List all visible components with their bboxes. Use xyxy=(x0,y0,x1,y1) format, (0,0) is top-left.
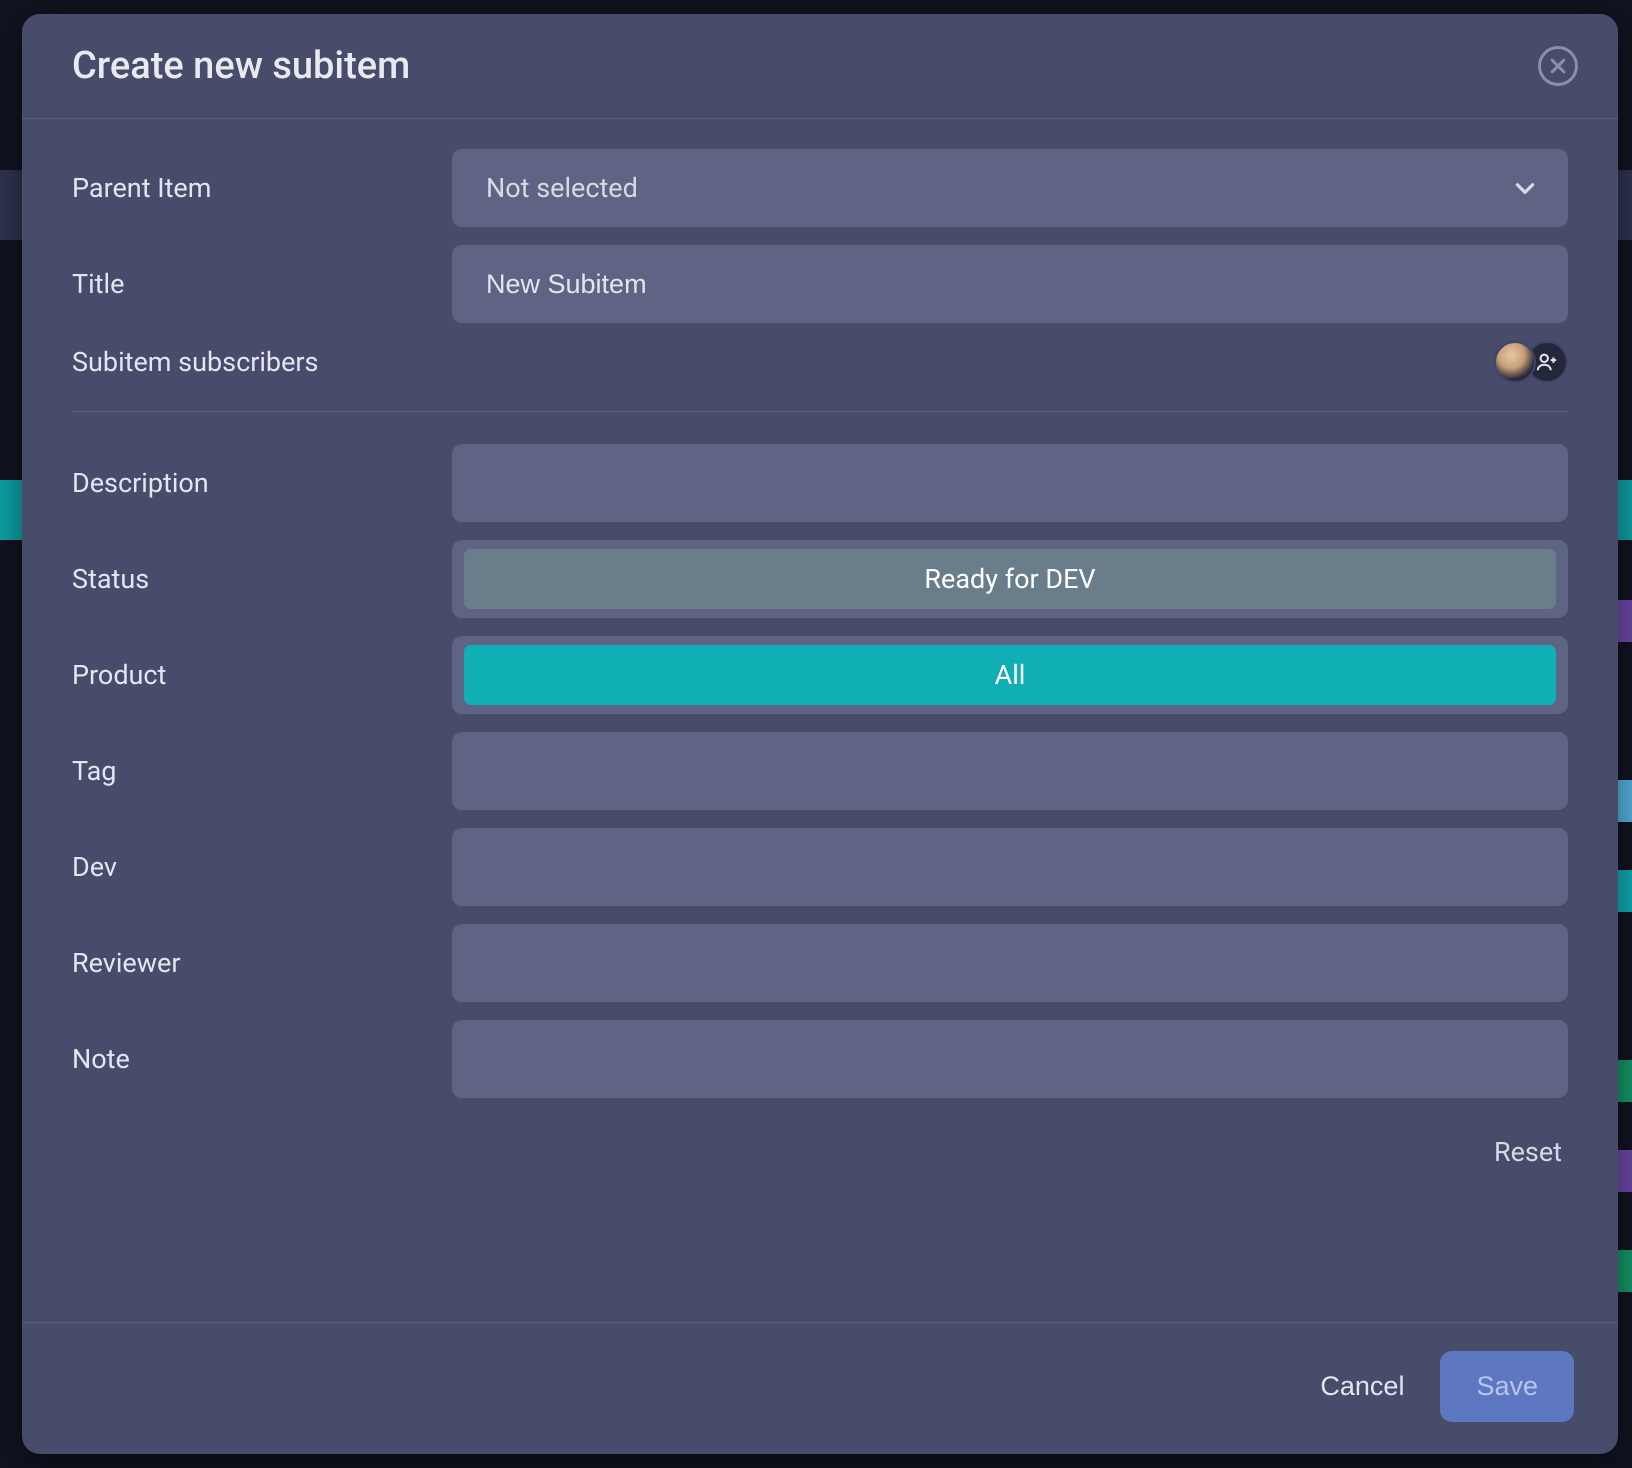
title-control xyxy=(452,245,1568,323)
modal-title: Create new subitem xyxy=(72,44,410,88)
reset-row: Reset xyxy=(72,1116,1568,1198)
label-status: Status xyxy=(72,563,452,595)
create-subitem-modal: Create new subitem Parent Item Not selec… xyxy=(22,14,1618,1454)
modal-header: Create new subitem xyxy=(22,14,1618,119)
row-title: Title xyxy=(72,245,1568,323)
label-subscribers: Subitem subscribers xyxy=(72,346,452,378)
label-description: Description xyxy=(72,467,452,499)
row-dev: Dev xyxy=(72,828,1568,906)
close-button[interactable] xyxy=(1538,46,1578,86)
reviewer-input[interactable] xyxy=(452,924,1568,1002)
note-input[interactable] xyxy=(452,1020,1568,1098)
title-input[interactable] xyxy=(452,245,1568,323)
subscriber-avatar[interactable] xyxy=(1494,341,1536,383)
row-product: Product All xyxy=(72,636,1568,714)
row-note: Note xyxy=(72,1020,1568,1098)
parent-item-select[interactable]: Not selected xyxy=(452,149,1568,227)
cancel-button[interactable]: Cancel xyxy=(1320,1371,1404,1402)
row-tag: Tag xyxy=(72,732,1568,810)
close-icon xyxy=(1548,56,1568,76)
modal-footer: Cancel Save xyxy=(22,1322,1618,1454)
modal-body: Parent Item Not selected Title Subitem s… xyxy=(22,119,1618,1322)
divider xyxy=(72,411,1568,412)
label-title: Title xyxy=(72,268,452,300)
dev-input[interactable] xyxy=(452,828,1568,906)
reset-link[interactable]: Reset xyxy=(1494,1136,1562,1168)
status-control[interactable]: Ready for DEV xyxy=(452,540,1568,618)
row-subscribers: Subitem subscribers xyxy=(72,341,1568,383)
description-input[interactable] xyxy=(452,444,1568,522)
subscribers-control xyxy=(452,341,1568,383)
product-control[interactable]: All xyxy=(452,636,1568,714)
row-description: Description xyxy=(72,444,1568,522)
label-dev: Dev xyxy=(72,851,452,883)
add-person-icon xyxy=(1536,351,1558,373)
chevron-down-icon xyxy=(1512,175,1538,201)
row-reviewer: Reviewer xyxy=(72,924,1568,1002)
label-parent-item: Parent Item xyxy=(72,172,452,204)
status-pill[interactable]: Ready for DEV xyxy=(464,549,1556,609)
row-status: Status Ready for DEV xyxy=(72,540,1568,618)
label-product: Product xyxy=(72,659,452,691)
label-tag: Tag xyxy=(72,755,452,787)
label-reviewer: Reviewer xyxy=(72,947,452,979)
row-parent-item: Parent Item Not selected xyxy=(72,149,1568,227)
parent-item-value: Not selected xyxy=(486,172,638,204)
product-pill[interactable]: All xyxy=(464,645,1556,705)
save-button[interactable]: Save xyxy=(1440,1351,1574,1422)
label-note: Note xyxy=(72,1043,452,1075)
tag-input[interactable] xyxy=(452,732,1568,810)
